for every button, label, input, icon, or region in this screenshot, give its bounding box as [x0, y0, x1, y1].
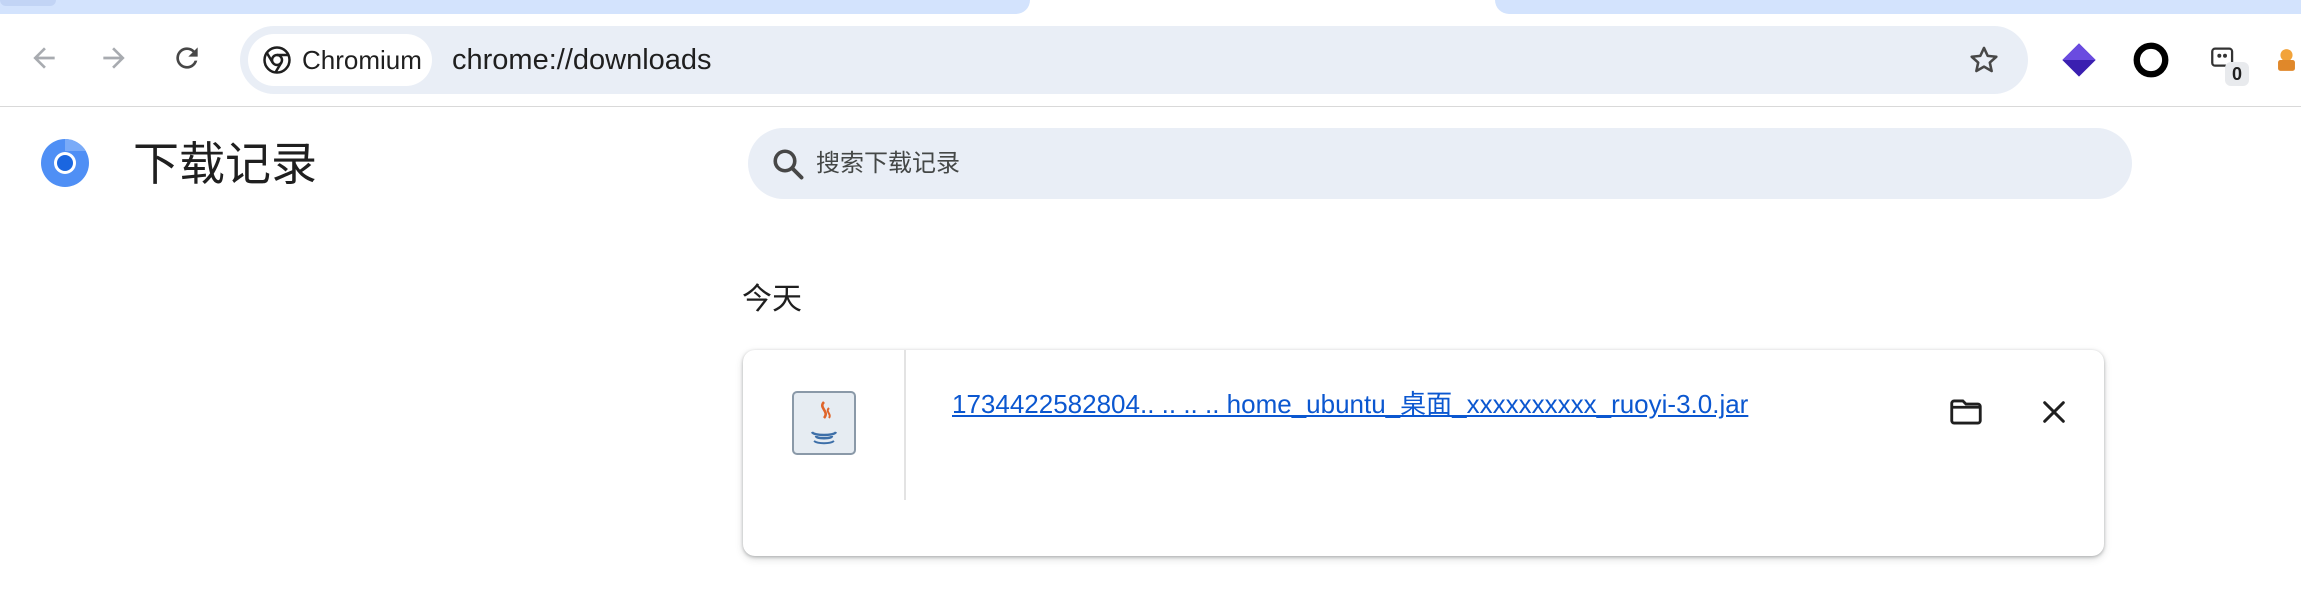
folder-icon [1950, 399, 1982, 425]
extension-badge: 0 [2225, 62, 2249, 86]
extension-ring[interactable] [2125, 34, 2177, 86]
card-divider [904, 350, 906, 500]
arrow-left-icon [33, 47, 55, 69]
layers-extension-icon [2062, 43, 2096, 77]
reload-button[interactable] [159, 30, 215, 86]
extension-layers[interactable] [2053, 34, 2105, 86]
forward-button[interactable] [86, 30, 142, 86]
browser-toolbar: Chromium chrome://downloads 0 [0, 14, 2301, 107]
download-item: 1734422582804.. .. .. .. home_ubuntu_桌面_… [743, 350, 2104, 556]
inactive-tab-right[interactable] [1495, 0, 2301, 14]
java-file-icon [792, 391, 856, 455]
address-bar[interactable]: Chromium chrome://downloads [240, 26, 2028, 94]
chromium-icon [263, 46, 291, 74]
reload-icon [176, 47, 198, 69]
tab-strip [0, 0, 2301, 14]
search-icon [773, 149, 804, 180]
inactive-tab-left[interactable] [0, 0, 1030, 14]
download-file-link[interactable]: 1734422582804.. .. .. .. home_ubuntu_桌面_… [952, 388, 1748, 420]
file-icon [791, 390, 857, 456]
bookmark-button[interactable] [1964, 40, 2004, 80]
extension-partial[interactable] [2272, 34, 2301, 86]
arrow-right-icon [103, 47, 125, 69]
extension-counter[interactable]: 0 [2199, 34, 2251, 86]
tab-corner [0, 0, 56, 6]
url-text[interactable]: chrome://downloads [452, 26, 712, 94]
site-chip-label: Chromium [302, 44, 422, 75]
page-title: 下载记录 [133, 138, 317, 190]
show-in-folder-button[interactable] [1940, 386, 1992, 438]
date-header: 今天 [742, 283, 802, 316]
remove-download-button[interactable] [2028, 386, 2080, 438]
partial-extension-icon [2278, 49, 2295, 71]
back-button[interactable] [16, 30, 72, 86]
chrome-logo-icon [41, 139, 89, 187]
close-icon [2043, 401, 2065, 423]
star-icon [1970, 46, 1998, 73]
ring-extension-icon [2133, 42, 2169, 78]
site-info-chip[interactable]: Chromium [248, 34, 432, 86]
search-input[interactable] [816, 128, 2096, 199]
search-box[interactable] [748, 128, 2132, 199]
